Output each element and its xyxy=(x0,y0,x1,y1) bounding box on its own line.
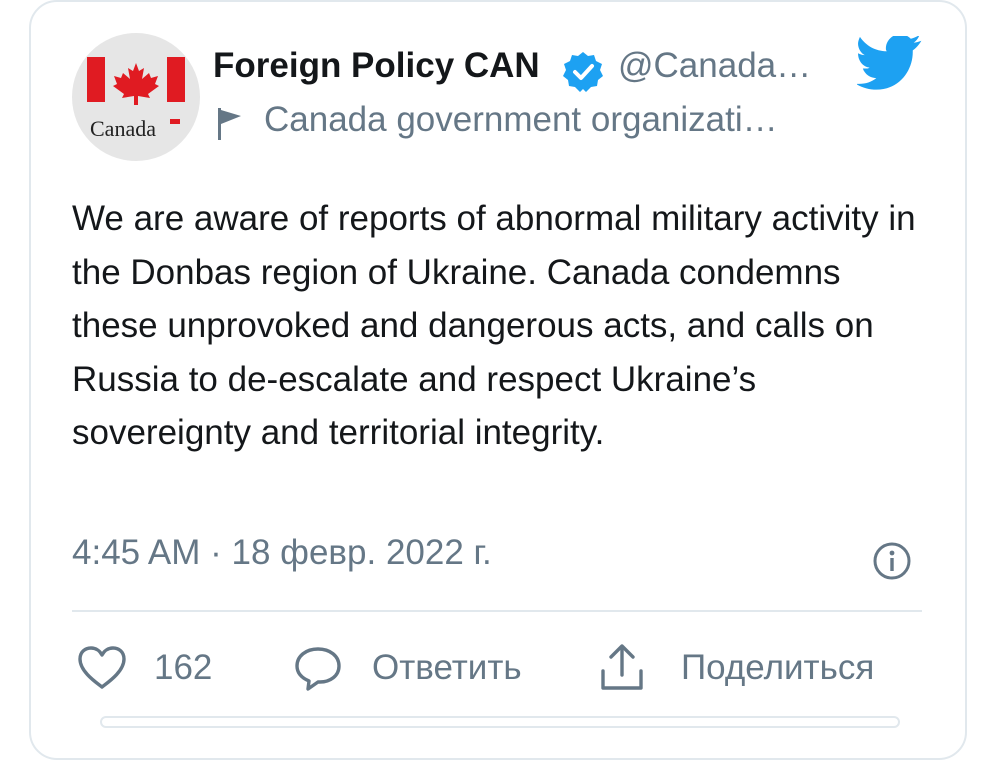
org-label[interactable]: Canada government organizati… xyxy=(264,100,778,140)
share-label: Поделиться xyxy=(681,648,875,687)
speech-bubble-icon xyxy=(295,647,341,691)
heart-icon xyxy=(78,646,126,689)
canada-logo-icon: Canada xyxy=(87,57,185,141)
reply-label: Ответить xyxy=(372,648,522,687)
flag-icon xyxy=(218,108,241,140)
timestamp[interactable]: 4:45 AM · 18 февр. 2022 г. xyxy=(72,533,492,573)
author-name[interactable]: Foreign Policy CAN xyxy=(213,46,540,86)
verified-badge-icon xyxy=(563,52,603,92)
info-icon[interactable] xyxy=(872,541,912,581)
like-count: 162 xyxy=(154,648,213,687)
share-upload-icon xyxy=(601,644,643,690)
divider xyxy=(72,610,922,612)
twitter-bird-icon[interactable] xyxy=(857,36,923,92)
author-handle[interactable]: @Canada… xyxy=(618,46,811,86)
avatar[interactable]: Canada xyxy=(72,33,200,161)
tweet-text: We are aware of reports of abnormal mili… xyxy=(72,199,916,452)
share-button[interactable]: Поделиться xyxy=(599,640,874,696)
canada-wordmark: Canada xyxy=(90,116,156,141)
reply-button[interactable]: Ответить xyxy=(294,640,522,696)
bottom-bar xyxy=(100,716,900,728)
like-button[interactable]: 162 xyxy=(77,640,212,696)
